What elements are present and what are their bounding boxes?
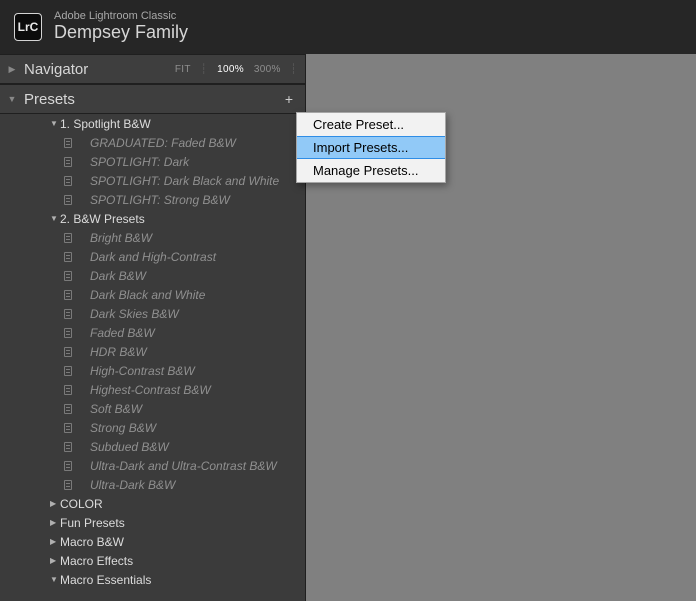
preset-item[interactable]: Subdued B&W	[0, 437, 305, 456]
left-panel-column: ▶ Navigator FIT ┆ 100% 300% ┆ ▼ Presets …	[0, 54, 306, 601]
preset-label: HDR B&W	[14, 345, 147, 359]
preset-label: Ultra-Dark and Ultra-Contrast B&W	[14, 459, 277, 473]
app-logo-icon: LrC	[14, 13, 42, 41]
preset-group[interactable]: ▶COLOR	[0, 494, 305, 513]
zoom-300-button[interactable]: 300%	[254, 64, 281, 75]
preset-group[interactable]: ▼2. B&W Presets	[0, 209, 305, 228]
preset-icon	[64, 423, 72, 433]
preset-label: GRADUATED: Faded B&W	[14, 136, 236, 150]
preset-label: High-Contrast B&W	[14, 364, 195, 378]
context-menu-item[interactable]: Manage Presets...	[297, 159, 445, 182]
preset-label: Faded B&W	[14, 326, 155, 340]
preset-item[interactable]: Faded B&W	[0, 323, 305, 342]
context-menu-item[interactable]: Import Presets...	[297, 136, 445, 159]
preset-label: Dark Black and White	[14, 288, 205, 302]
presets-title: Presets	[24, 91, 281, 108]
preset-icon	[64, 138, 72, 148]
preset-item[interactable]: SPOTLIGHT: Dark Black and White	[0, 171, 305, 190]
preset-icon	[64, 271, 72, 281]
preset-icon	[64, 252, 72, 262]
preset-item[interactable]: HDR B&W	[0, 342, 305, 361]
navigator-title: Navigator	[24, 61, 175, 78]
preset-item[interactable]: SPOTLIGHT: Strong B&W	[0, 190, 305, 209]
add-preset-button[interactable]: +	[281, 91, 297, 107]
preset-item[interactable]: Ultra-Dark and Ultra-Contrast B&W	[0, 456, 305, 475]
preset-group[interactable]: ▼1. Spotlight B&W	[0, 114, 305, 133]
preset-icon	[64, 176, 72, 186]
preset-group[interactable]: ▶Macro Effects	[0, 551, 305, 570]
preset-label: Subdued B&W	[14, 440, 169, 454]
project-name: Dempsey Family	[54, 22, 188, 44]
presets-panel-header[interactable]: ▼ Presets +	[0, 84, 305, 114]
preset-item[interactable]: Dark Skies B&W	[0, 304, 305, 323]
zoom-fit-button[interactable]: FIT	[175, 64, 191, 75]
presets-tree[interactable]: ▼1. Spotlight B&WGRADUATED: Faded B&WSPO…	[0, 114, 305, 601]
preset-icon	[64, 442, 72, 452]
preset-group-label: Fun Presets	[0, 516, 125, 530]
preset-icon	[64, 480, 72, 490]
preset-icon	[64, 195, 72, 205]
preset-label: Dark and High-Contrast	[14, 250, 216, 264]
preset-group[interactable]: ▼Macro Essentials	[0, 570, 305, 589]
zoom-100-button[interactable]: 100%	[217, 64, 244, 75]
preset-item[interactable]: Strong B&W	[0, 418, 305, 437]
app-name: Adobe Lightroom Classic	[54, 10, 188, 22]
preset-icon	[64, 404, 72, 414]
preset-item[interactable]: SPOTLIGHT: Dark	[0, 152, 305, 171]
preset-item[interactable]: Dark and High-Contrast	[0, 247, 305, 266]
panel-expand-icon[interactable]: ▼	[6, 94, 18, 104]
panel-collapse-icon[interactable]: ▶	[6, 64, 18, 75]
chevron-right-icon[interactable]: ▶	[50, 537, 60, 546]
preset-label: Dark B&W	[14, 269, 146, 283]
preset-item[interactable]: Dark B&W	[0, 266, 305, 285]
preset-icon	[64, 328, 72, 338]
preset-label: Strong B&W	[14, 421, 156, 435]
preset-label: Highest-Contrast B&W	[14, 383, 211, 397]
preset-item[interactable]: Ultra-Dark B&W	[0, 475, 305, 494]
preset-group-label: 2. B&W Presets	[0, 212, 145, 226]
preset-icon	[64, 157, 72, 167]
preset-context-menu: Create Preset...Import Presets...Manage …	[296, 112, 446, 183]
preset-icon	[64, 347, 72, 357]
preset-icon	[64, 366, 72, 376]
preset-icon	[64, 461, 72, 471]
preset-group-label: Macro Effects	[0, 554, 133, 568]
preset-group-label: 1. Spotlight B&W	[0, 117, 151, 131]
preset-item[interactable]: Soft B&W	[0, 399, 305, 418]
preset-item[interactable]: Dark Black and White	[0, 285, 305, 304]
zoom-separator-icon: ┆	[201, 64, 207, 75]
preset-group[interactable]: ▶Fun Presets	[0, 513, 305, 532]
preset-group-label: Macro Essentials	[0, 573, 151, 587]
preset-icon	[64, 385, 72, 395]
preset-icon	[64, 309, 72, 319]
preset-icon	[64, 233, 72, 243]
preset-label: Soft B&W	[14, 402, 142, 416]
chevron-down-icon[interactable]: ▼	[50, 575, 60, 584]
preset-label: SPOTLIGHT: Dark	[14, 155, 189, 169]
preset-label: Dark Skies B&W	[14, 307, 179, 321]
titlebar-text: Adobe Lightroom Classic Dempsey Family	[54, 10, 188, 44]
preset-item[interactable]: Highest-Contrast B&W	[0, 380, 305, 399]
navigator-panel-header[interactable]: ▶ Navigator FIT ┆ 100% 300% ┆	[0, 54, 305, 84]
preset-icon	[64, 290, 72, 300]
preset-label: Ultra-Dark B&W	[14, 478, 175, 492]
zoom-stepper-icon[interactable]: ┆	[291, 64, 297, 75]
titlebar: LrC Adobe Lightroom Classic Dempsey Fami…	[0, 0, 696, 54]
preset-item[interactable]: Bright B&W	[0, 228, 305, 247]
preset-label: Bright B&W	[14, 231, 152, 245]
preset-item[interactable]: High-Contrast B&W	[0, 361, 305, 380]
chevron-right-icon[interactable]: ▶	[50, 518, 60, 527]
preset-item[interactable]: GRADUATED: Faded B&W	[0, 133, 305, 152]
chevron-down-icon[interactable]: ▼	[50, 214, 60, 223]
preset-group-label: Macro B&W	[0, 535, 124, 549]
preset-label: SPOTLIGHT: Dark Black and White	[14, 174, 279, 188]
chevron-down-icon[interactable]: ▼	[50, 119, 60, 128]
preset-group[interactable]: ▶Macro B&W	[0, 532, 305, 551]
chevron-right-icon[interactable]: ▶	[50, 556, 60, 565]
chevron-right-icon[interactable]: ▶	[50, 499, 60, 508]
preset-label: SPOTLIGHT: Strong B&W	[14, 193, 230, 207]
context-menu-item[interactable]: Create Preset...	[297, 113, 445, 136]
